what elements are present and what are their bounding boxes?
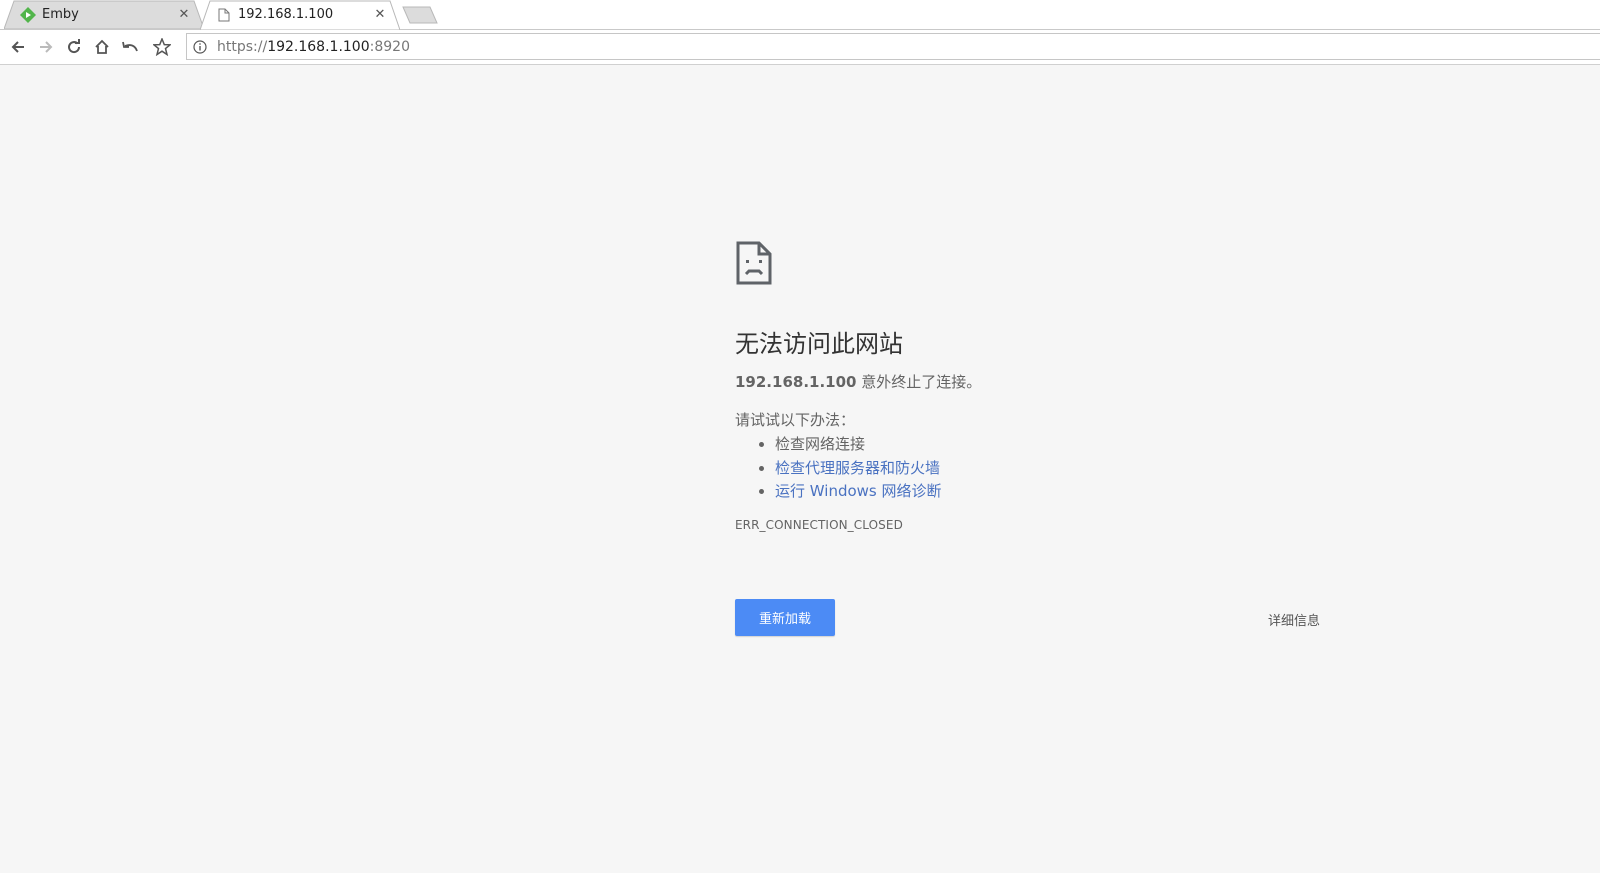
url-text[interactable]: https://192.168.1.100:8920 [217,39,410,55]
error-host: 192.168.1.100 [735,373,857,391]
suggestion-check-network: 检查网络连接 [775,435,866,453]
forward-button[interactable] [34,35,58,59]
tab-active[interactable]: 192.168.1.100 ✕ [200,0,400,30]
error-message: 192.168.1.100 意外终止了连接。 [735,372,1345,392]
home-icon [95,39,109,54]
suggestion-item: 运行 Windows 网络诊断 [775,480,1345,504]
url-host: 192.168.1.100 [267,38,370,55]
suggestion-item: 检查代理服务器和防火墙 [775,457,1345,481]
suggestion-windows-diagnostics-link[interactable]: 运行 Windows 网络诊断 [775,482,942,500]
new-tab-button[interactable] [402,6,438,24]
page-icon [216,7,232,23]
toolbar: https://192.168.1.100:8920 [0,30,1600,65]
forward-arrow-icon [40,41,53,53]
bookmark-button[interactable] [150,35,174,59]
suggestion-item: 检查网络连接 [775,433,1345,457]
address-bar[interactable]: https://192.168.1.100:8920 [186,33,1600,60]
tab-title: 192.168.1.100 [238,7,334,22]
details-button[interactable]: 详细信息 [1268,610,1320,629]
suggestions-list: 检查网络连接 检查代理服务器和防火墙 运行 Windows 网络诊断 [735,433,1345,504]
back-button[interactable] [6,35,30,59]
error-message-suffix: 意外终止了连接。 [856,373,982,391]
reload-icon [68,39,81,54]
back-arrow-icon [11,41,24,53]
undo-icon [122,41,138,52]
emby-icon [20,6,36,23]
undo-button[interactable] [118,35,142,59]
error-code: ERR_CONNECTION_CLOSED [735,517,903,532]
suggestions-heading: 请试试以下办法： [735,411,856,429]
url-port: :8920 [369,38,410,55]
browser-window: Emby ✕ 192.168.1.100 ✕ https://192.168.1… [0,0,1600,873]
star-icon [153,38,171,56]
url-scheme: https:// [217,38,268,55]
tab-title: Emby [42,7,79,22]
info-icon[interactable] [193,39,209,55]
reload-button[interactable]: 重新加载 [735,599,835,636]
error-title: 无法访问此网站 [735,330,903,358]
error-page: 无法访问此网站 192.168.1.100 意外终止了连接。 请试试以下办法： … [735,240,1345,532]
home-button[interactable] [90,35,114,59]
close-icon[interactable]: ✕ [176,7,192,23]
tab-emby[interactable]: Emby ✕ [4,0,204,29]
reload-toolbar-button[interactable] [62,35,86,59]
tab-strip: Emby ✕ 192.168.1.100 ✕ [0,0,1600,30]
close-icon[interactable]: ✕ [372,7,388,23]
suggestion-proxy-firewall-link[interactable]: 检查代理服务器和防火墙 [775,459,940,477]
sad-page-icon [736,241,772,285]
